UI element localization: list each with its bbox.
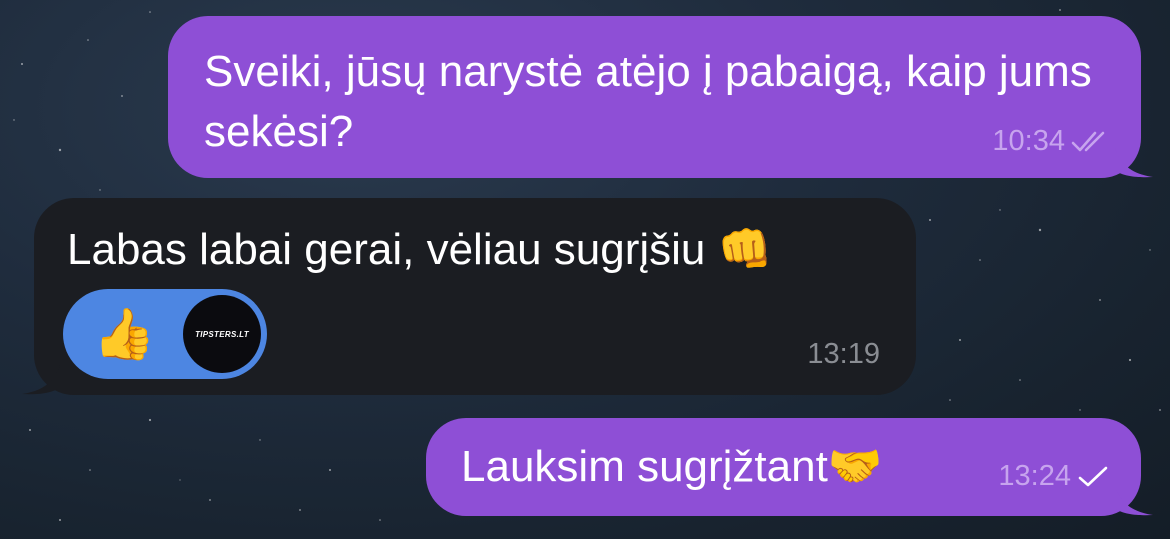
fist-emoji: 👊 bbox=[717, 224, 773, 275]
message-incoming-1[interactable]: Labas labai gerai, vėliau sugrįšiu 👊 👍 T… bbox=[22, 198, 916, 395]
single-check-icon bbox=[1078, 466, 1108, 486]
bubble-tail bbox=[1115, 486, 1153, 516]
double-check-icon bbox=[1071, 131, 1105, 151]
message-text: Labas labai gerai, vėliau sugrįšiu 👊 bbox=[67, 224, 773, 275]
message-time: 13:19 bbox=[807, 338, 880, 370]
message-time: 10:34 bbox=[992, 125, 1065, 157]
message-meta: 13:24 bbox=[998, 460, 1111, 493]
message-outgoing-1[interactable]: Sveiki, jūsų narystė atėjo į pabaigą, ka… bbox=[168, 16, 1153, 178]
message-outgoing-2[interactable]: Lauksim sugrįžtant🤝 13:24 bbox=[426, 418, 1153, 516]
handshake-emoji: 🤝 bbox=[827, 441, 883, 492]
message-meta: 10:34 bbox=[992, 125, 1111, 158]
thumbs-up-reaction: 👍 bbox=[93, 305, 156, 363]
reaction-pill[interactable]: 👍 TIPSTERS.LT bbox=[63, 289, 267, 379]
reactor-avatar[interactable]: TIPSTERS.LT bbox=[183, 295, 261, 373]
message-text: Sveiki, jūsų narystė atėjo į pabaigą, ka… bbox=[204, 47, 1092, 156]
message-text: Lauksim sugrįžtant🤝 bbox=[461, 441, 883, 492]
avatar-logo-text: TIPSTERS.LT bbox=[195, 329, 249, 339]
message-time: 13:24 bbox=[998, 460, 1071, 492]
bubble-tail bbox=[22, 365, 60, 395]
